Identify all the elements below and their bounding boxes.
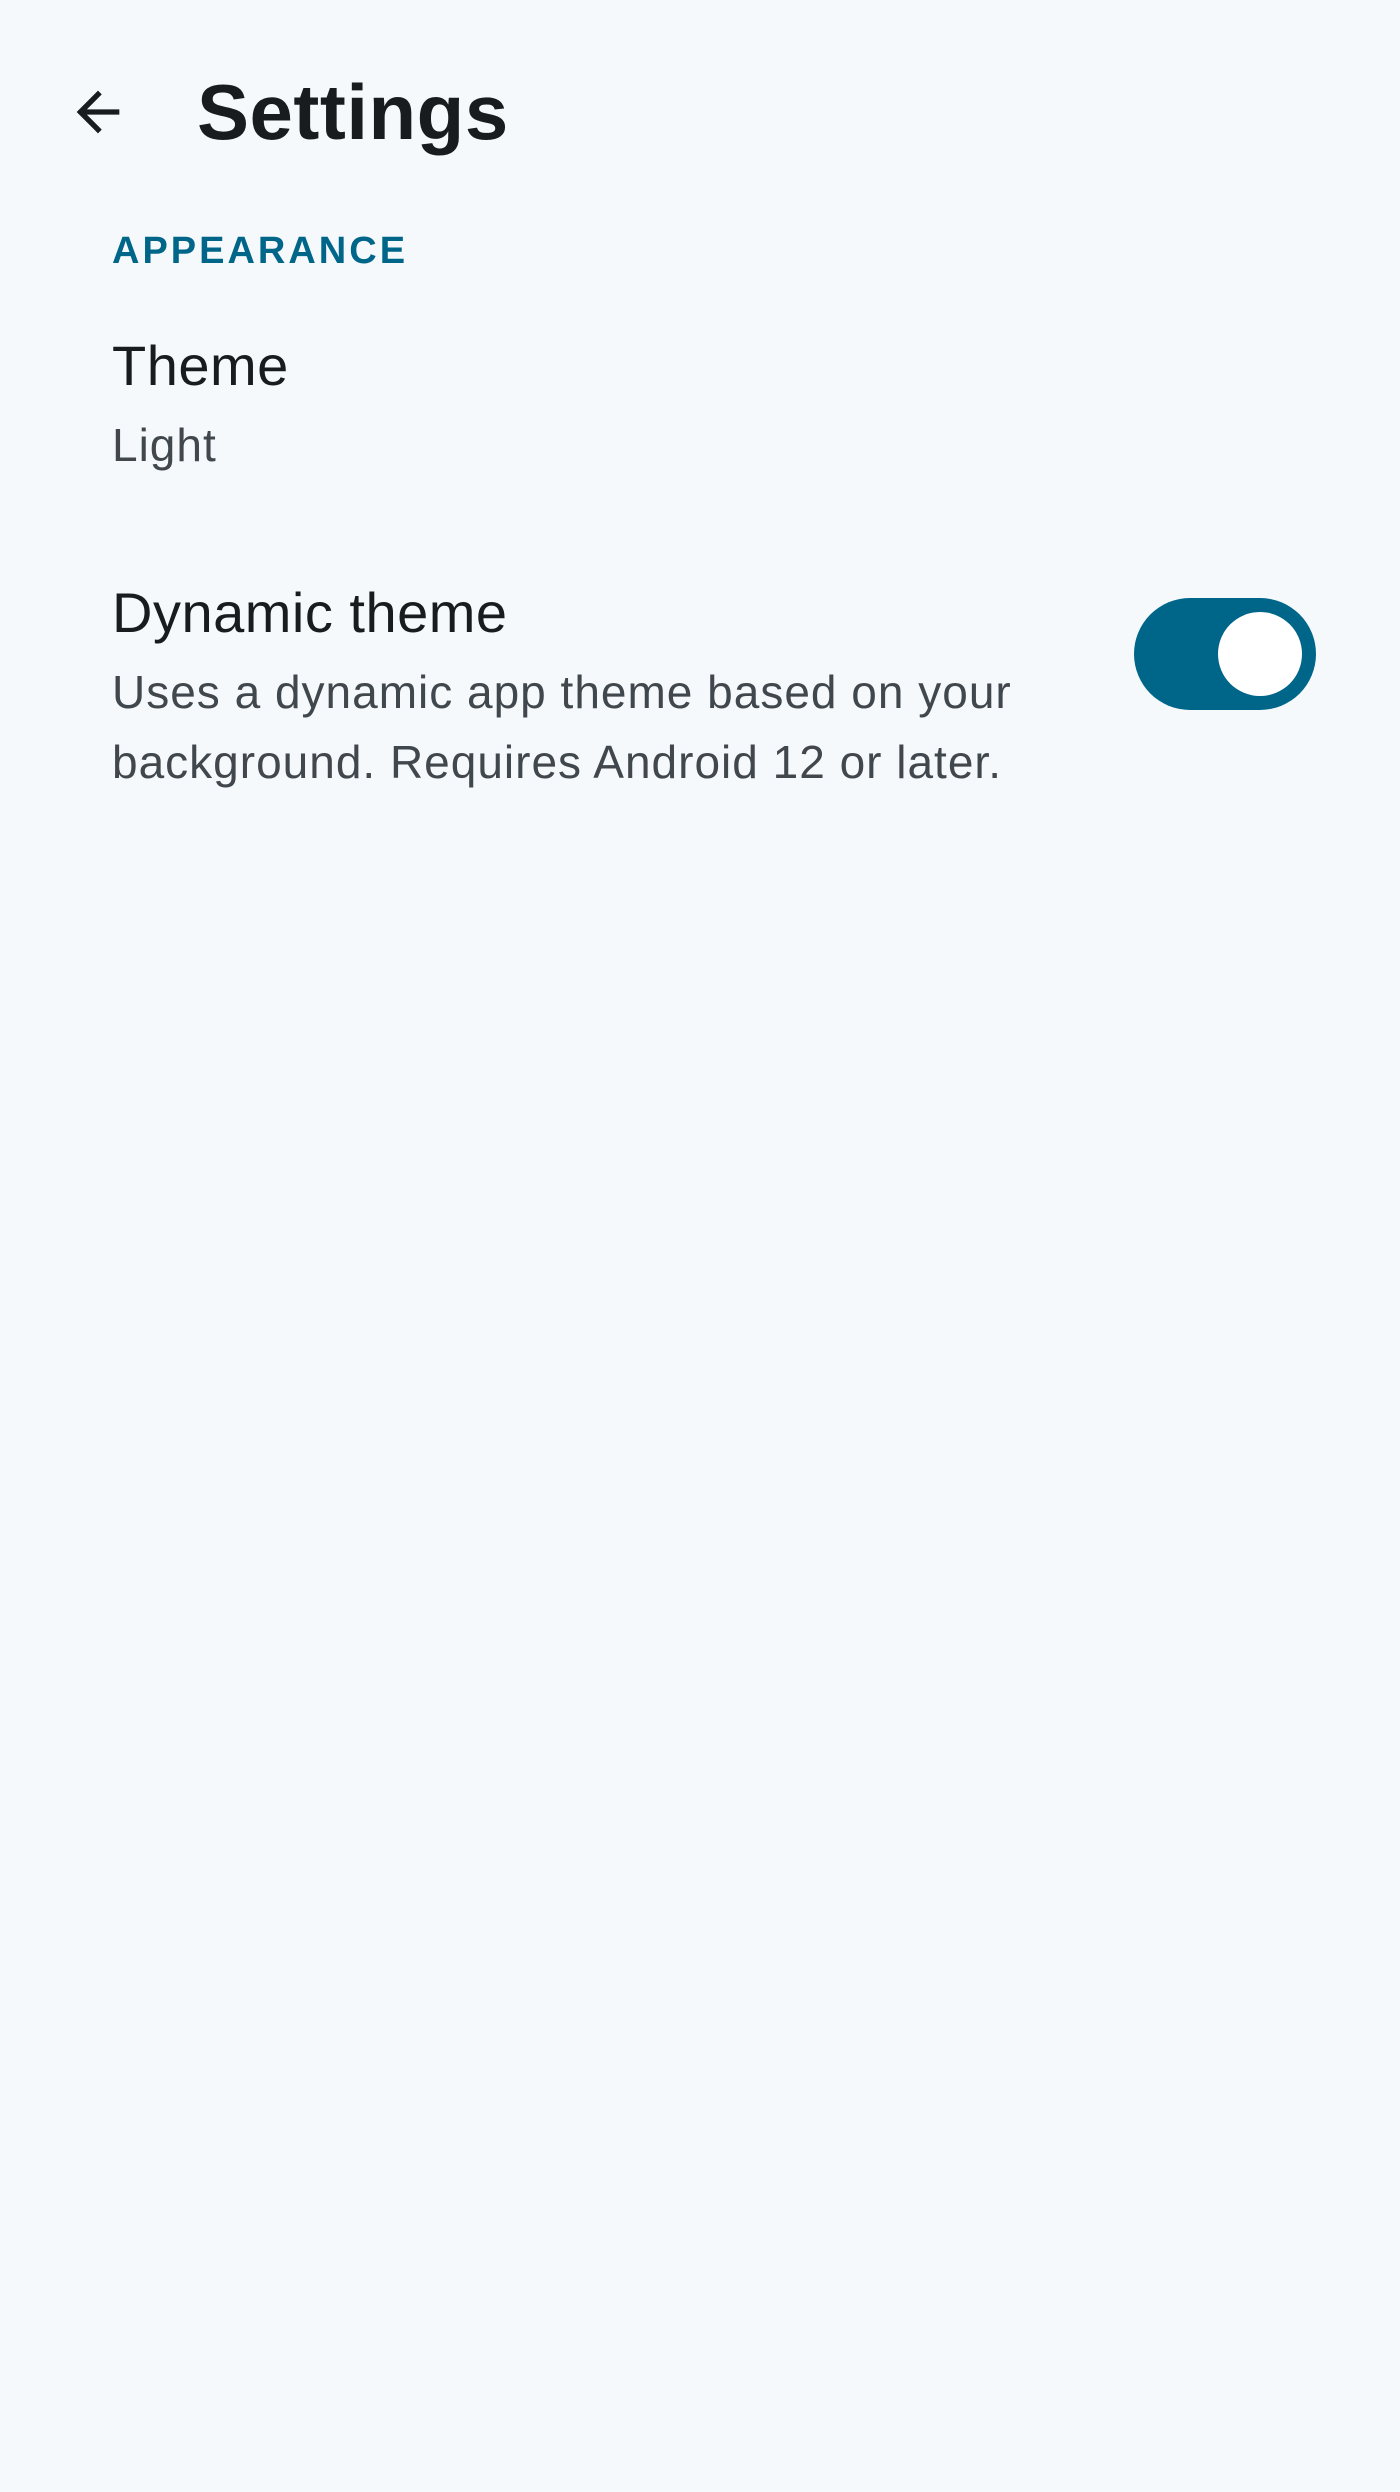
theme-value: Light [112, 419, 217, 471]
dynamic-theme-title: Dynamic theme [112, 581, 508, 644]
arrow-left-icon [76, 90, 120, 134]
dynamic-theme-switch[interactable] [1134, 598, 1316, 710]
back-button[interactable] [42, 56, 154, 168]
theme-preference[interactable]: Theme Light [0, 318, 1400, 488]
dynamic-theme-description: Uses a dynamic app theme based on your b… [112, 666, 1012, 788]
top-app-bar: Settings [0, 0, 1400, 224]
page-title: Settings [197, 68, 509, 156]
dynamic-theme-preference[interactable]: Dynamic theme Uses a dynamic app theme b… [0, 565, 1400, 885]
section-header-appearance: APPEARANCE [112, 230, 409, 272]
switch-thumb [1218, 612, 1302, 696]
theme-title: Theme [112, 334, 289, 397]
